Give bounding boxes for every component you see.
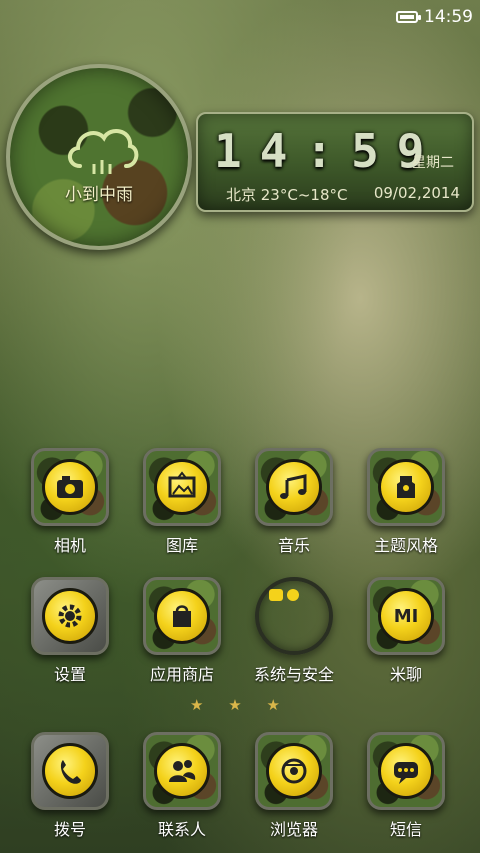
camera-tile (31, 448, 109, 526)
battery-icon (396, 11, 421, 23)
page-indicator[interactable]: ★ ★ ★ (0, 696, 480, 714)
music-tile (255, 448, 333, 526)
mi-chat-tile: MI (367, 577, 445, 655)
clock-digits: 14:59 (214, 124, 443, 178)
phone-icon (42, 743, 98, 799)
clock-widget[interactable]: 14:59 星期二 北京 23°C~18°C 09/02,2014 (196, 112, 474, 212)
app-label: 浏览器 (269, 820, 318, 839)
dock-phone[interactable]: 拨号 (22, 732, 118, 840)
app-settings[interactable]: 设置 (22, 577, 118, 685)
weekday: 星期二 (412, 155, 454, 171)
theme-tile (367, 448, 445, 526)
messages-tile (367, 732, 445, 810)
status-time: 14:59 (424, 7, 473, 27)
store-tile (143, 577, 221, 655)
music-icon (266, 459, 322, 515)
app-mi-chat[interactable]: MI 米聊 (358, 577, 454, 685)
app-security[interactable]: 系统与安全 (246, 577, 342, 685)
theme-icon (378, 459, 434, 515)
status-bar: 14:59 (0, 0, 480, 34)
location-temperature: 北京 23°C~18°C (226, 186, 348, 204)
browser-tile (255, 732, 333, 810)
gallery-tile (143, 448, 221, 526)
dock-messages[interactable]: 短信 (358, 732, 454, 840)
app-label: 拨号 (53, 820, 86, 839)
security-icon (287, 589, 299, 601)
dock-browser[interactable]: 浏览器 (246, 732, 342, 840)
app-label: 主题风格 (373, 536, 438, 555)
mi-chat-icon: MI (378, 588, 434, 644)
app-label: 短信 (389, 820, 422, 839)
app-gallery[interactable]: 图库 (134, 448, 230, 556)
app-label: 相机 (53, 536, 86, 555)
contacts-icon (154, 743, 210, 799)
camera-icon (42, 459, 98, 515)
date: 09/02,2014 (373, 184, 460, 202)
store-icon (154, 588, 210, 644)
gamepad-icon (269, 589, 283, 601)
app-label: 应用商店 (149, 665, 214, 684)
gallery-icon (154, 459, 210, 515)
settings-tile (31, 577, 109, 655)
browser-icon (266, 743, 322, 799)
app-label: 设置 (53, 665, 86, 684)
contacts-tile (143, 732, 221, 810)
app-label: 音乐 (277, 536, 310, 555)
app-label: 系统与安全 (253, 665, 334, 684)
security-folder (255, 577, 333, 655)
weather-widget[interactable]: 小到中雨 (6, 64, 192, 250)
app-store[interactable]: 应用商店 (134, 577, 230, 685)
app-label: 米聊 (389, 665, 422, 684)
dock-contacts[interactable]: 联系人 (134, 732, 230, 840)
app-themes[interactable]: 主题风格 (358, 448, 454, 556)
phone-tile (31, 732, 109, 810)
message-icon (378, 743, 434, 799)
app-music[interactable]: 音乐 (246, 448, 342, 556)
weather-condition: 小到中雨 (65, 185, 133, 205)
gear-icon (42, 588, 98, 644)
app-label: 联系人 (157, 820, 206, 839)
app-label: 图库 (165, 536, 198, 555)
rain-cloud-icon (68, 129, 139, 174)
app-camera[interactable]: 相机 (22, 448, 118, 556)
